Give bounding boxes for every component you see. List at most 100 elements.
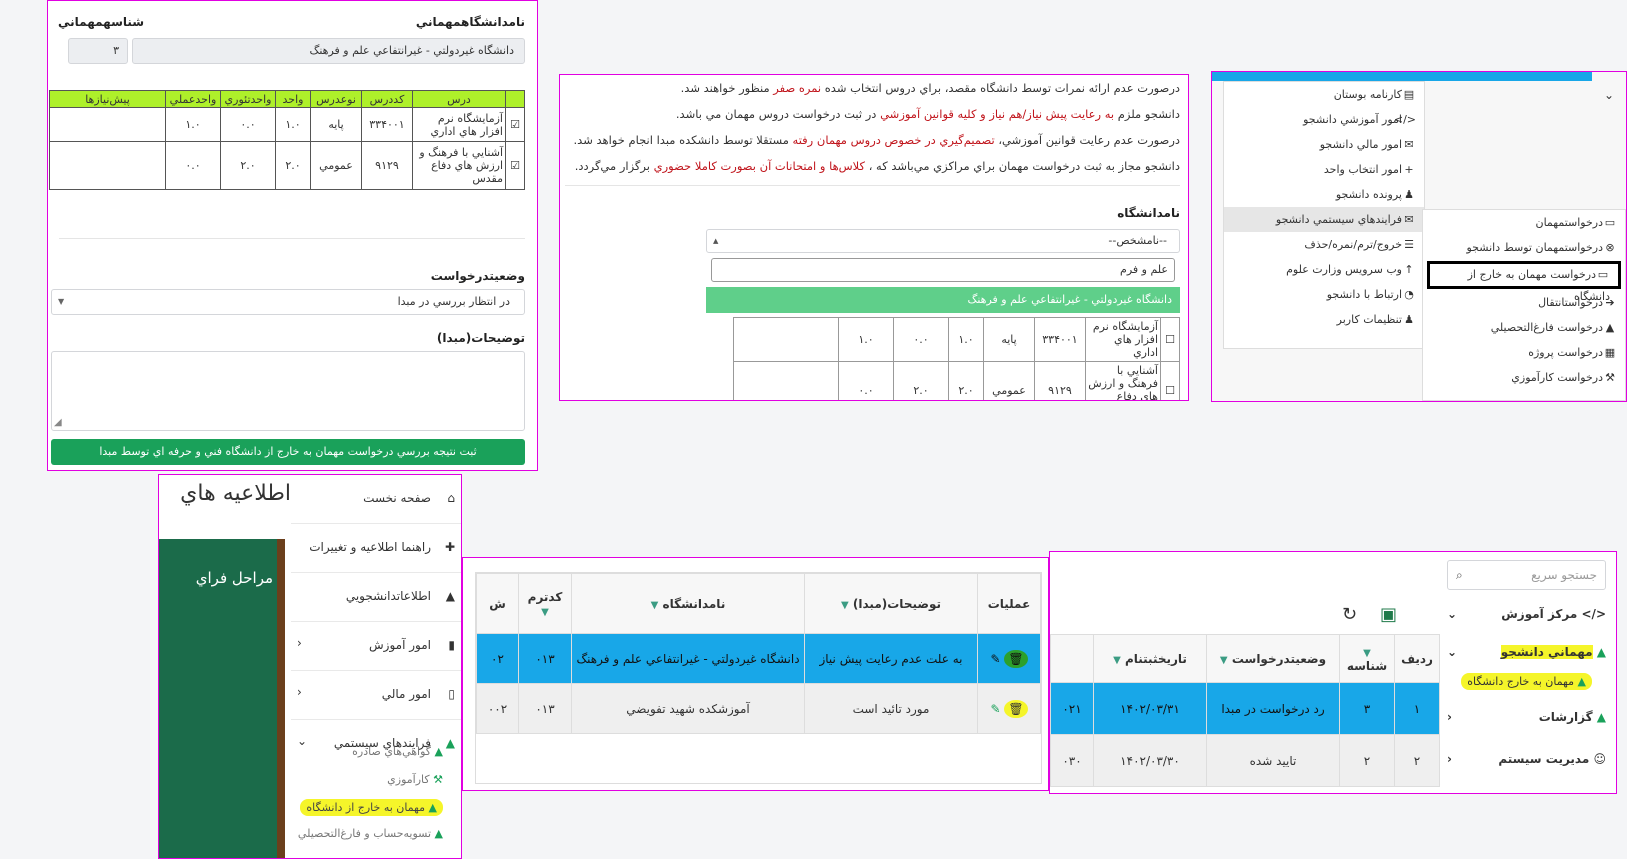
code-icon: </> (1393, 113, 1416, 126)
col-term[interactable]: كدترم ▼ (518, 573, 572, 634)
submenu-graduation-request[interactable]: ▲درخواست فارغ‌التحصيلي (1423, 315, 1625, 340)
menu-item-report[interactable]: ▤كارنامه بوستان (1224, 82, 1424, 107)
menu-item-settings[interactable]: ♟تنظيمات كاربر (1224, 307, 1424, 332)
sidebar-item-home[interactable]: ⌂ صفحه نخست (289, 475, 461, 524)
notes-textarea[interactable]: ◢ (51, 351, 525, 431)
sidebar-item-label: صفحه نخست (363, 491, 431, 505)
delete-icon[interactable]: 🗑 (1004, 699, 1028, 718)
subitem-settlement[interactable]: ▲ تسويه‌حساب و فارغ‌التحصيلي (298, 827, 443, 840)
menu-item-student-file[interactable]: ♟پرونده دانشجو (1224, 182, 1424, 207)
submenu-project-request[interactable]: ▦درخواست پروژه (1423, 340, 1625, 365)
col-status[interactable]: وضعيتدرخواست ▼ (1206, 634, 1340, 683)
row-checkbox[interactable]: ☐ (1160, 361, 1180, 400)
cell-partial: ۰۰۲ (476, 683, 519, 734)
col-university[interactable]: نامدانشگاه ▼ (571, 573, 805, 634)
submenu-guest-request[interactable]: ▭درخواستمهمان (1423, 210, 1625, 235)
refresh-icon[interactable]: ↻ (1342, 604, 1357, 625)
col-notes[interactable]: توضيحات(مبدا) ▼ (804, 573, 978, 634)
resize-handle-icon[interactable]: ◢ (54, 417, 62, 428)
chevron-down-icon[interactable]: ⌄ (1604, 88, 1614, 102)
request-icon: ▭ (1597, 268, 1609, 281)
menu-item-contact[interactable]: ◔ارتباط با دانشجو (1224, 282, 1424, 307)
row-checkbox[interactable]: ☑ (505, 141, 525, 190)
menu-item-finance[interactable]: ✉امور مالي دانشجو (1224, 132, 1424, 157)
sidebar-item-finance[interactable]: ▯ امور مالي ‹ (289, 671, 461, 720)
sidebar-item-guide[interactable]: ✚ راهنما اطلاعيه و تغييرات (289, 524, 461, 573)
row-actions: 🗑 ✎ (977, 633, 1041, 684)
guest-id-field[interactable]: ۳ (68, 38, 128, 64)
sidebar-item-education[interactable]: ▮ امور آموزش ‹ (289, 622, 461, 671)
course-prereq (49, 141, 166, 190)
edit-icon[interactable]: ✎ (990, 652, 1000, 666)
rule-2: دانشجو ملزم به رعايت پيش نياز/هم نياز و … (675, 107, 1180, 121)
row-checkbox[interactable]: ☑ (505, 107, 525, 142)
menu-item-system-processes[interactable]: ✉فرايندهاي سيستمي دانشجو (1224, 207, 1424, 232)
nav-education-center[interactable]: </> مركز آموزش ⌄ (1447, 607, 1606, 621)
nav-reports[interactable]: ▲ گزارشات ‹ (1447, 710, 1606, 724)
filter-icon[interactable]: ▼ (1363, 648, 1371, 659)
subitem-guest-outside[interactable]: ▲ مهمان به خارج از دانشگاه (300, 799, 443, 816)
col-partial (1050, 634, 1094, 683)
course-type: عمومي (983, 361, 1035, 400)
row-checkbox[interactable]: ☐ (1160, 317, 1180, 362)
filter-icon[interactable]: ▼ (1220, 655, 1228, 666)
nav-guest-outside[interactable]: ▲ مهمان به خارج دانشگاه (1461, 673, 1592, 690)
submenu-guest-outside-university[interactable]: ▭درخواست مهمان به خارج از دانشگاه (1427, 261, 1621, 303)
col-course: درس (412, 90, 506, 108)
course-theory: ۲.۰ (893, 361, 949, 400)
table-row[interactable]: ۱ ۳ رد درخواست در مبدا ۱۴۰۲/۰۳/۳۱ ۰۲۱ (1050, 682, 1440, 735)
university-select[interactable]: --نامشخص-- ▲ (706, 229, 1180, 253)
archive-icon: ▦ (1604, 346, 1616, 359)
edit-icon[interactable]: ✎ (990, 702, 1000, 716)
sidebar-item-system-processes[interactable]: ▲ فرايندهاي سيستمي ⌄ (289, 720, 461, 768)
university-field[interactable]: دانشگاه غيردولتي - غيرانتفاعي علم و فرهن… (132, 38, 525, 64)
chevron-left-icon: ‹ (297, 636, 302, 650)
file-icon: ▯ (448, 687, 455, 701)
nav-system-admin[interactable]: ☺ مديريت سيستم ‹ (1447, 752, 1606, 766)
menu-item-education[interactable]: </>امور آموزشي دانشجو (1224, 107, 1424, 132)
submenu-guest-request-by-student[interactable]: ⊗درخواستمهمان توسط دانشجو (1423, 235, 1625, 260)
filter-icon[interactable]: ▼ (1113, 655, 1121, 666)
graduation-cap-icon: ▲ (434, 827, 443, 840)
cell-date: ۱۴۰۲/۰۳/۳۰ (1093, 734, 1207, 787)
university-search-input[interactable]: علم و فرم (711, 258, 1175, 282)
menu-item-webservice[interactable]: ↑وب سرويس وزارت علوم (1224, 257, 1424, 282)
course-units: ۱.۰ (275, 107, 311, 142)
nav-student-guest[interactable]: ▲ مهماني دانشجو ⌄ (1447, 645, 1606, 659)
course-units: ۲.۰ (275, 141, 311, 190)
menu-item-enrollment[interactable]: +امور انتخاب واحد (1224, 157, 1424, 182)
submenu-internship-request[interactable]: ⚒درخواست كارآموزي (1423, 365, 1625, 390)
col-id[interactable]: ▼ شناسه (1339, 634, 1395, 683)
menu-list: ▤كارنامه بوستان </>امور آموزشي دانشجو ✉ا… (1223, 81, 1425, 349)
filter-icon[interactable]: ▼ (651, 600, 659, 611)
subitem-certificates[interactable]: ▲ گواهي‌هاي صادره (352, 745, 443, 758)
excel-export-icon[interactable]: ▣ (1380, 604, 1397, 625)
guest-id-label: شناسهمهماني (58, 15, 145, 29)
cell-term: ۰۱۳ (518, 683, 572, 734)
cell-partial: ۰۲ (476, 633, 519, 684)
delete-icon[interactable]: 🗑 (1004, 649, 1028, 668)
filter-icon[interactable]: ▼ (541, 607, 549, 618)
status-select[interactable]: در انتظار بررسي در مبدا ▼ (51, 289, 525, 315)
table-row[interactable]: 🗑 ✎ به علت عدم رعايت پيش نياز دانشگاه غي… (476, 633, 1041, 684)
search-icon: ⌕ (1456, 568, 1463, 582)
cell-university: دانشگاه غيردولتي - غيرانتفاعي علم و فرهن… (571, 633, 805, 684)
sidebar-item-student-info[interactable]: ▲ اطلاعاتدانشجويي (289, 573, 461, 622)
table-row[interactable]: ۲ ۲ تاييد شده ۱۴۰۲/۰۳/۳۰ ۰۳۰ (1050, 734, 1440, 787)
submit-review-button[interactable]: ثبت نتيجه بررسي درخواست مهمان به خارج از… (51, 439, 525, 465)
quick-search-input[interactable]: جستجو سريع ⌕ (1447, 560, 1606, 590)
code-icon: </> (1581, 607, 1607, 621)
arrow-right-icon: ➔ (1605, 296, 1615, 309)
document-icon: ▤ (1403, 88, 1415, 101)
filter-icon[interactable]: ▼ (841, 600, 849, 611)
rule-3: درصورت عدم رعايت قوانين آموزشي، تصميم‌گي… (573, 133, 1180, 147)
subitem-internship[interactable]: ⚒ كارآموزي (387, 773, 443, 786)
col-date[interactable]: تاريخثبتنام ▼ (1093, 634, 1207, 683)
guest-list-grid-area: ▣ ↻ رديف ▼ شناسه وضعيتدرخواست ▼ تاريخثبتن… (1050, 604, 1440, 793)
university-option-highlighted[interactable]: دانشگاه غيردولتي - غيرانتفاعي علم و فرهن… (706, 287, 1180, 313)
submenu-transfer-request[interactable]: ➔درخواستانتقال (1423, 290, 1625, 315)
hammer-icon: ⚒ (1605, 371, 1615, 384)
submenu-list: ▭درخواستمهمان ⊗درخواستمهمان توسط دانشجو … (1422, 209, 1626, 401)
menu-item-withdraw[interactable]: ☰خروج/ترم/نمره/حذف (1224, 232, 1424, 257)
table-row[interactable]: 🗑 ✎ مورد تائيد است آموزشكده شهيد تفويضي … (476, 683, 1041, 734)
